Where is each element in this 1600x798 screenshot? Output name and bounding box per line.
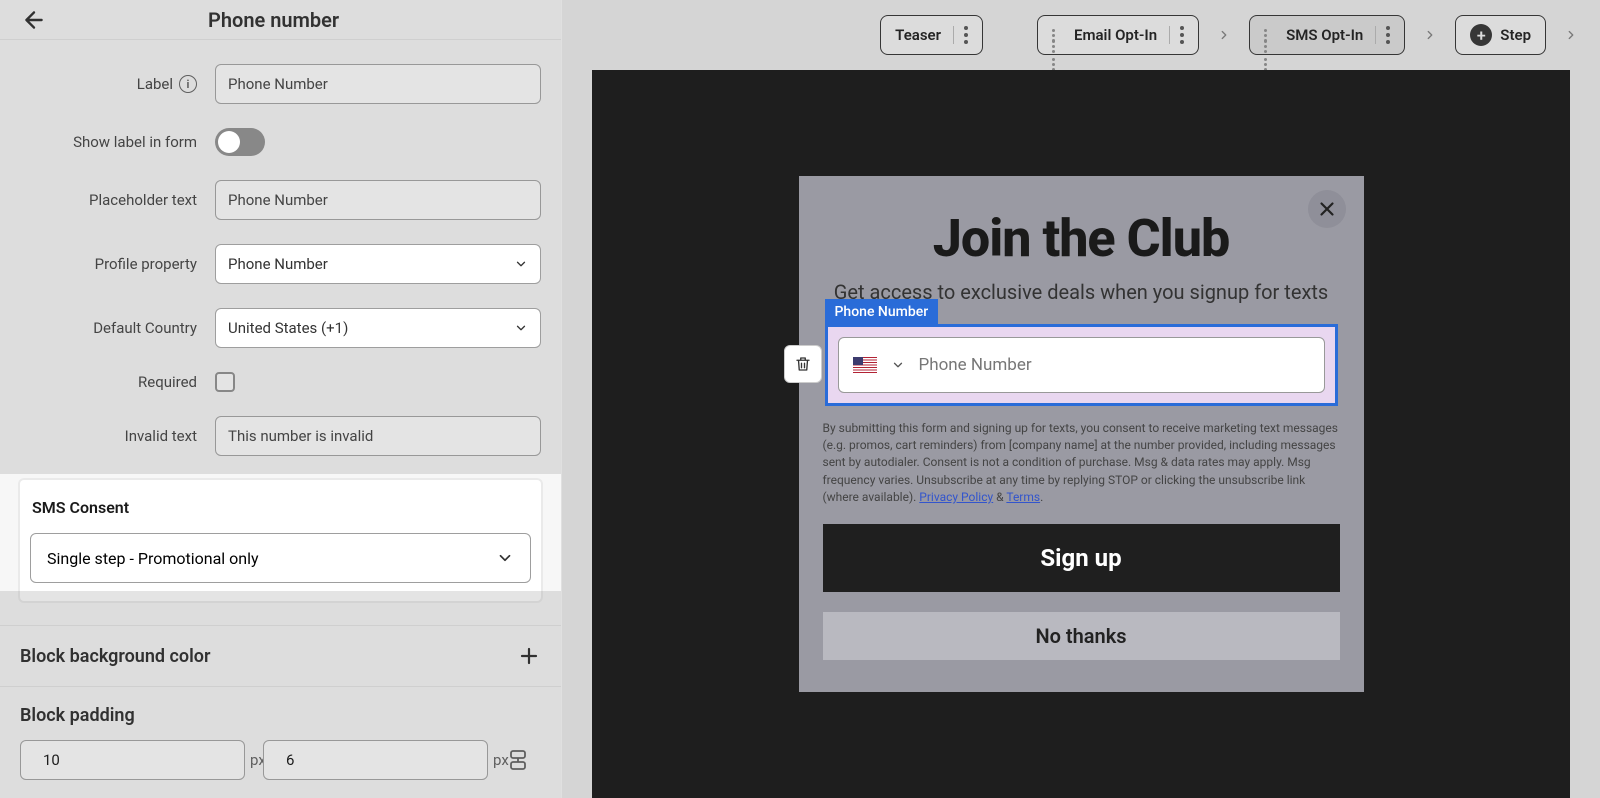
close-button[interactable] xyxy=(1308,190,1346,228)
email-optin-step[interactable]: Email Opt-In xyxy=(1037,15,1199,55)
chevron-down-icon xyxy=(496,549,514,567)
plus-circle-icon: + xyxy=(1470,24,1492,46)
required-label: Required xyxy=(20,373,215,391)
block-padding-label: Block padding xyxy=(20,705,541,726)
chevron-right-icon xyxy=(1217,28,1231,42)
chevron-down-icon xyxy=(514,257,528,271)
plus-icon xyxy=(517,644,541,668)
block-bg-color-row[interactable]: Block background color xyxy=(0,625,561,686)
delete-block-button[interactable] xyxy=(784,345,822,383)
label-input[interactable] xyxy=(215,64,541,104)
drag-handle-icon[interactable] xyxy=(1052,29,1066,42)
no-thanks-button[interactable]: No thanks xyxy=(823,612,1340,660)
settings-sidebar: Phone number Label i Show label in form … xyxy=(0,0,562,798)
phone-input[interactable]: Phone Number xyxy=(838,337,1325,393)
trash-icon xyxy=(794,355,812,373)
block-padding-section: Block padding px px xyxy=(0,686,561,798)
default-country-label: Default Country xyxy=(20,319,215,337)
chevron-down-icon xyxy=(514,321,528,335)
preview-canvas: Teaser Email Opt-In SMS Opt-In + Step xyxy=(562,0,1600,798)
padding-top-input[interactable]: px xyxy=(20,740,245,780)
close-icon xyxy=(1316,198,1338,220)
add-step-button[interactable]: + Step xyxy=(1455,15,1546,55)
sms-consent-section: SMS Consent Single step - Promotional on… xyxy=(20,480,541,601)
placeholder-label: Placeholder text xyxy=(20,191,215,209)
sms-consent-title: SMS Consent xyxy=(30,498,531,517)
invalid-text-input[interactable] xyxy=(215,416,541,456)
profile-property-label: Profile property xyxy=(20,255,215,273)
signup-button[interactable]: Sign up xyxy=(823,524,1340,592)
invalid-text-label: Invalid text xyxy=(20,427,215,445)
sms-consent-select[interactable]: Single step - Promotional only xyxy=(30,533,531,583)
label-field-label: Label i xyxy=(20,75,215,93)
modal-title: Join the Club xyxy=(823,208,1340,269)
link-padding-icon[interactable] xyxy=(506,748,530,772)
legal-text: By submitting this form and signing up f… xyxy=(823,420,1340,507)
chevron-down-icon[interactable] xyxy=(891,358,905,372)
sidebar-header: Phone number xyxy=(0,0,561,40)
step-bar: Teaser Email Opt-In SMS Opt-In + Step xyxy=(562,0,1600,70)
more-icon[interactable] xyxy=(1169,26,1184,44)
back-button[interactable] xyxy=(20,6,48,34)
chevron-right-icon xyxy=(1423,28,1437,42)
more-icon[interactable] xyxy=(1375,26,1390,44)
terms-link[interactable]: Terms xyxy=(1006,490,1040,504)
show-label-in-form-label: Show label in form xyxy=(20,133,215,151)
placeholder-input[interactable] xyxy=(215,180,541,220)
privacy-policy-link[interactable]: Privacy Policy xyxy=(919,490,993,504)
required-checkbox[interactable] xyxy=(215,372,235,392)
preview-stage: Join the Club Get access to exclusive de… xyxy=(592,70,1570,798)
padding-side-input[interactable]: px xyxy=(263,740,488,780)
arrow-left-icon xyxy=(21,7,47,33)
phone-number-block[interactable]: Phone Number Phone Number xyxy=(825,324,1338,406)
signup-modal: Join the Club Get access to exclusive de… xyxy=(799,176,1364,693)
drag-handle-icon[interactable] xyxy=(1264,29,1278,42)
more-icon[interactable] xyxy=(953,26,968,44)
info-icon[interactable]: i xyxy=(179,75,197,93)
phone-placeholder: Phone Number xyxy=(919,355,1032,375)
teaser-step[interactable]: Teaser xyxy=(880,15,983,55)
show-label-toggle[interactable] xyxy=(215,128,265,156)
phone-block-tag: Phone Number xyxy=(825,299,939,325)
sidebar-title: Phone number xyxy=(208,8,339,32)
us-flag-icon xyxy=(853,357,877,373)
profile-property-select[interactable]: Phone Number xyxy=(215,244,541,284)
sms-optin-step[interactable]: SMS Opt-In xyxy=(1249,15,1405,55)
default-country-select[interactable]: United States (+1) xyxy=(215,308,541,348)
block-bg-color-label: Block background color xyxy=(20,646,210,667)
chevron-right-icon xyxy=(1564,28,1578,42)
